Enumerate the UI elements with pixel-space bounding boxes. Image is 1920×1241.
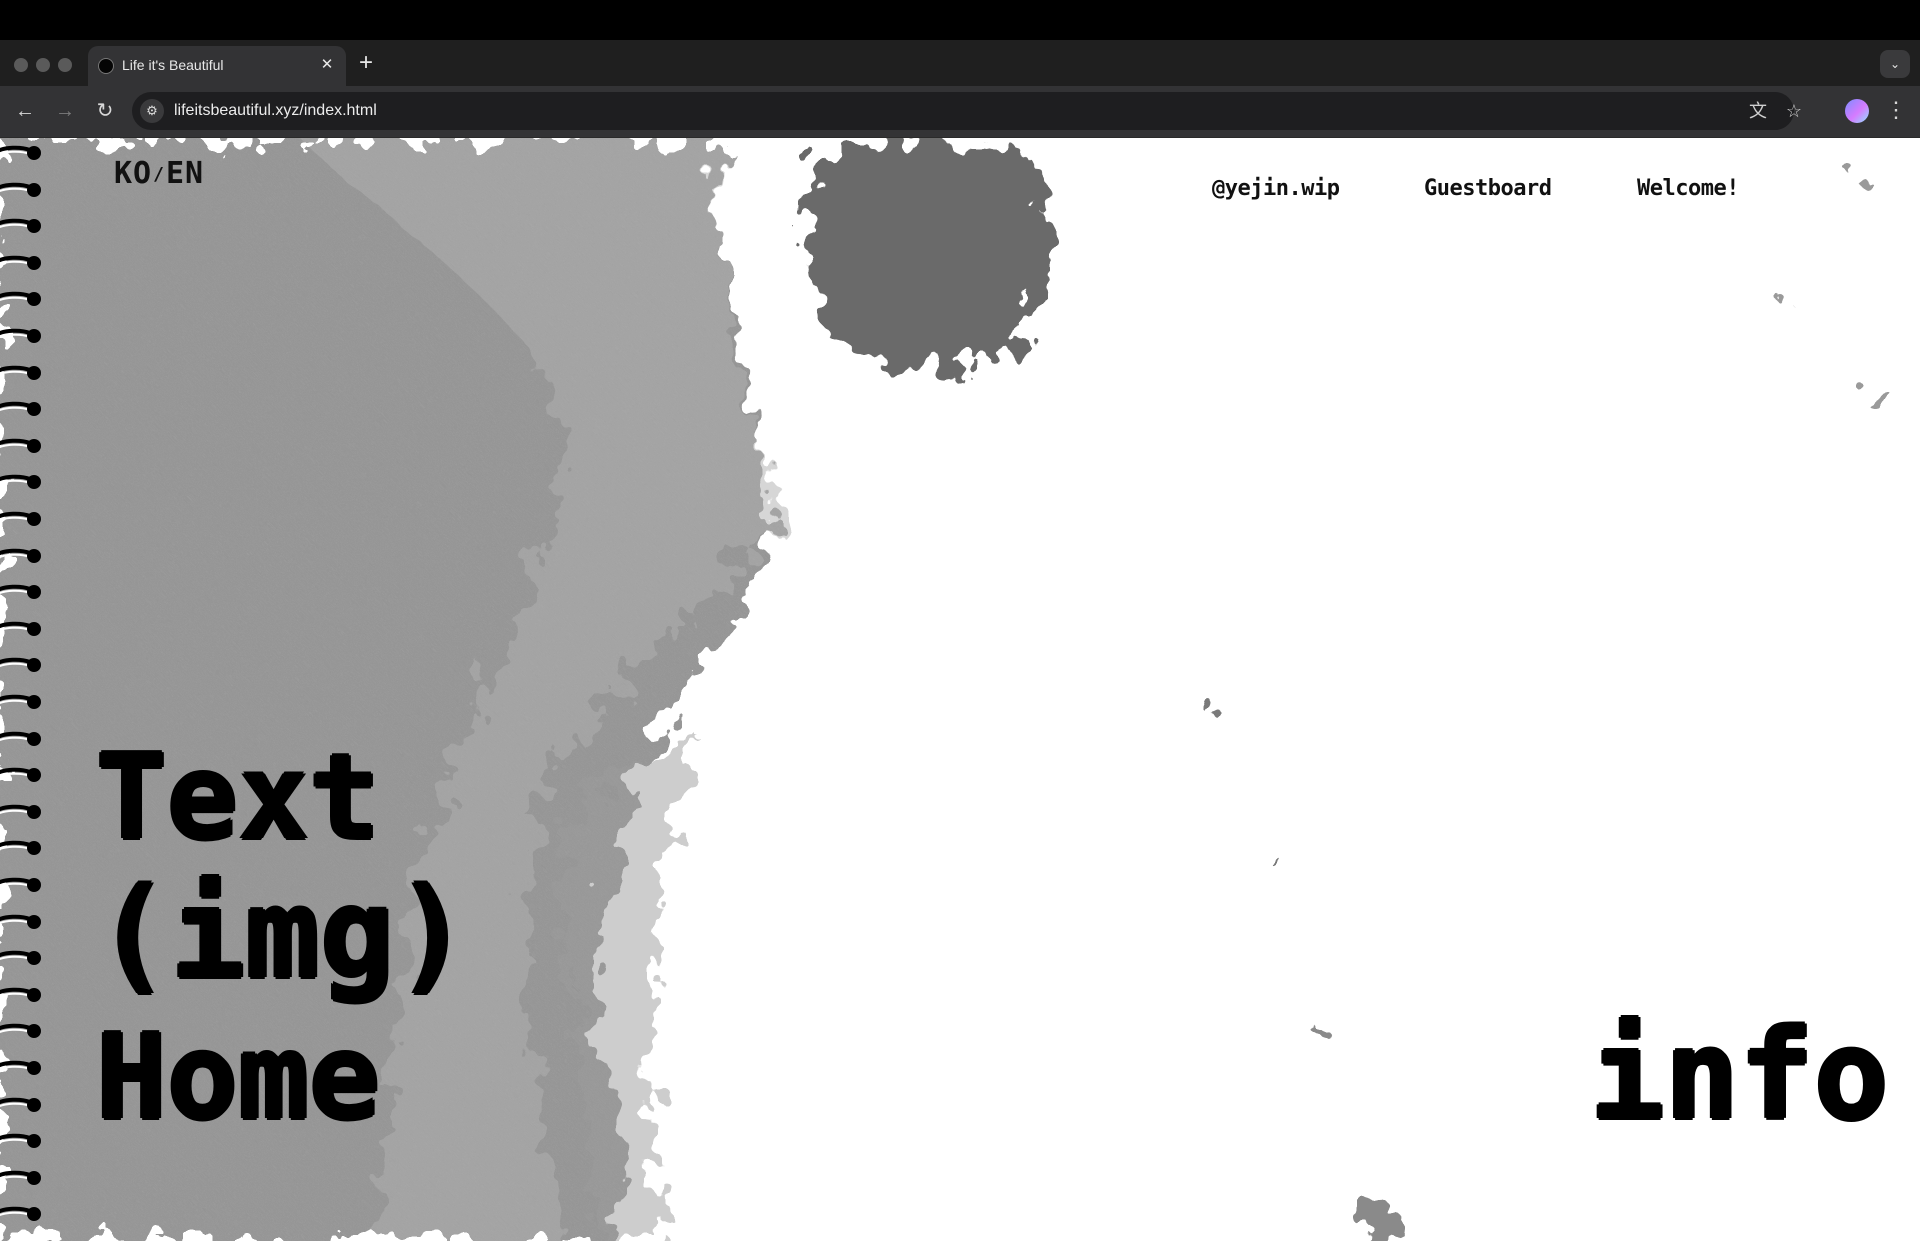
reload-button[interactable]: ↻ [90, 96, 120, 126]
home-menu-link[interactable]: Home [96, 1018, 380, 1136]
profile-avatar[interactable] [1845, 99, 1869, 123]
binding-ring [0, 767, 41, 783]
binding-ring [0, 548, 41, 563]
language-switch: KO/EN [114, 156, 204, 191]
binding-ring [0, 841, 41, 856]
binding-ring [0, 438, 41, 453]
binding-ring [0, 365, 41, 380]
binding-ring [0, 218, 41, 234]
traffic-light-close[interactable] [14, 58, 28, 72]
welcome-link[interactable]: Welcome! [1637, 176, 1739, 201]
info-menu-link[interactable]: info [1590, 1014, 1889, 1138]
url-text[interactable]: lifeitsbeautiful.xyz/index.html [174, 102, 377, 120]
window-top-bar [0, 0, 1920, 40]
tab-title: Life it's Beautiful [122, 57, 224, 73]
binding-ring [0, 1207, 41, 1222]
new-tab-button[interactable]: + [352, 50, 380, 78]
address-bar[interactable]: ⚙ lifeitsbeautiful.xyz/index.html 文 ☆ [132, 92, 1802, 130]
binding-ring [0, 1097, 41, 1112]
guestboard-link[interactable]: Guestboard [1424, 176, 1552, 201]
binding-ring [0, 1133, 41, 1149]
tab-search-button[interactable]: ⌄ [1880, 50, 1910, 78]
binding-ring [0, 694, 41, 709]
binding-ring [0, 950, 41, 966]
binding-ring [0, 475, 41, 490]
traffic-light-maximize[interactable] [58, 58, 72, 72]
binding-ring [0, 328, 41, 343]
lang-separator: / [153, 164, 165, 185]
binding-ring [0, 1060, 41, 1075]
star-icon[interactable]: ☆ [1782, 99, 1806, 123]
kebab-menu-icon[interactable]: ⋮ [1884, 97, 1908, 125]
translate-icon[interactable]: 文 [1746, 99, 1770, 123]
close-icon[interactable]: ✕ [318, 56, 336, 74]
binding-ring [0, 1024, 41, 1039]
binding-ring [0, 292, 41, 307]
binding-ring [0, 987, 41, 1002]
browser-tab[interactable]: Life it's Beautiful ✕ [88, 46, 346, 86]
binding-ring [0, 621, 41, 636]
binding-ring [0, 145, 41, 160]
binding-ring [0, 1170, 41, 1185]
favicon-icon [98, 58, 114, 74]
binding-ring [0, 804, 41, 819]
binding-ring [0, 914, 41, 929]
binding-ring [0, 182, 41, 197]
binding-ring [0, 255, 41, 270]
binding-ring [0, 584, 41, 600]
browser-toolbar: ← → ↻ ⚙ lifeitsbeautiful.xyz/index.html … [0, 86, 1920, 138]
traffic-light-minimize[interactable] [36, 58, 50, 72]
back-button[interactable]: ← [10, 96, 40, 126]
lang-en-link[interactable]: EN [166, 156, 204, 191]
instagram-link[interactable]: @yejin.wip [1212, 176, 1340, 201]
lang-ko-link[interactable]: KO [114, 156, 152, 191]
binding-ring [0, 511, 41, 526]
img-menu-link[interactable]: (img) [96, 873, 469, 997]
text-menu-link[interactable]: Text [96, 738, 380, 856]
site-settings-icon[interactable]: ⚙ [140, 99, 164, 123]
page-viewport: KO/EN @yejin.wip Guestboard Welcome! Tex… [0, 138, 1920, 1241]
binding-ring [0, 401, 41, 417]
binding-ring [0, 658, 41, 673]
forward-button[interactable]: → [50, 96, 80, 126]
binding-ring [0, 731, 41, 746]
binding-ring [0, 877, 41, 892]
